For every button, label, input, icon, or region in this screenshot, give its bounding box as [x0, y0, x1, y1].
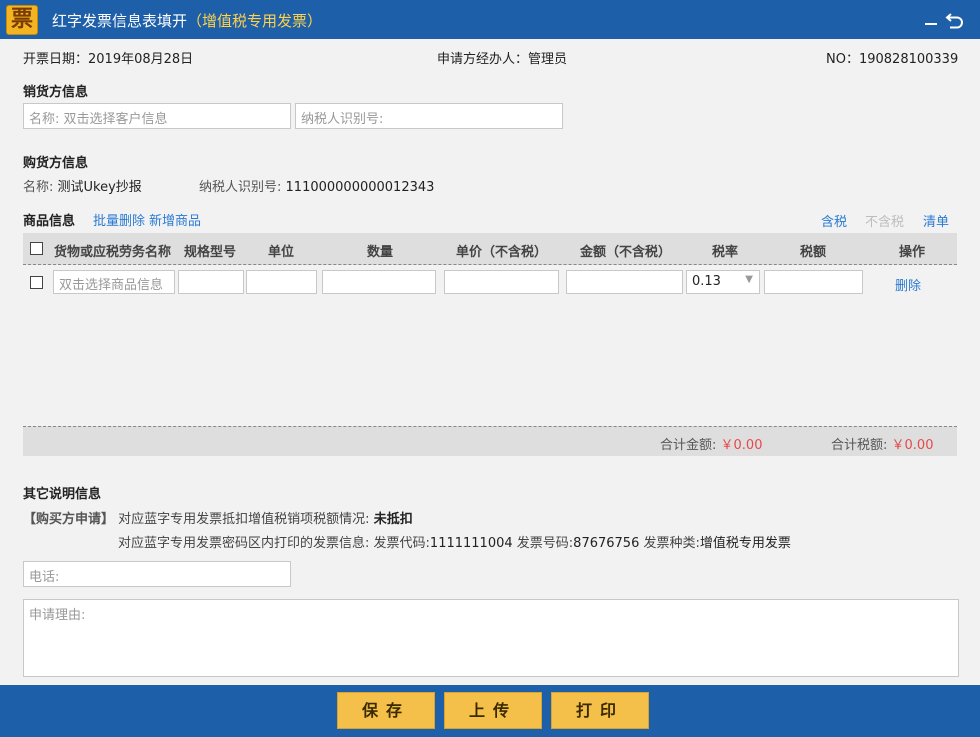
upload-button[interactable]: 上传 [444, 692, 542, 729]
spec-field[interactable] [178, 270, 244, 294]
applicant-handler: 申请方经办人：管理员 [437, 48, 567, 67]
invoice-type-value: 增值税专用发票 [699, 536, 791, 551]
applicant-line-1: 【购买方申请】 对应蓝字专用发票抵扣增值税销项税额情况: 未抵扣 [23, 508, 413, 527]
list-link[interactable]: 清单 [923, 211, 949, 230]
window-title-accent: （增值税专用发票） [187, 12, 323, 30]
buyer-tax-id-value: 111000000000012343 [285, 180, 435, 195]
delete-row-link[interactable]: 删除 [895, 275, 921, 294]
back-icon[interactable] [944, 8, 966, 30]
handler-value: 管理员 [528, 52, 568, 67]
batch-delete-link[interactable]: 批量删除 [93, 210, 145, 229]
invoice-no-value: 87676756 [573, 536, 640, 551]
chevron-down-icon: ▼ [745, 274, 753, 285]
invoice-no-label: 发票号码: [516, 536, 574, 551]
buyer-name-value: 测试Ukey抄报 [57, 180, 142, 195]
col-spec: 规格型号 [184, 245, 237, 260]
add-item-link[interactable]: 新增商品 [149, 210, 201, 229]
window-title-text: 红字发票信息表填开 [52, 12, 188, 30]
total-tax-value: ￥0.00 [891, 438, 934, 453]
tax-amount-field[interactable] [764, 270, 863, 294]
buyer-tax-id: 纳税人识别号: 111000000000012343 [199, 176, 434, 195]
col-name: 货物或应税劳务名称 [54, 245, 172, 260]
seller-tax-id-field[interactable]: 纳税人识别号: [295, 103, 563, 129]
window-title: 红字发票信息表填开（增值税专用发票） [52, 10, 322, 31]
invoice-code-label: 发票代码: [373, 536, 430, 551]
blue-invoice-text: 对应蓝字专用发票密码区内打印的发票信息: [118, 536, 370, 551]
col-unit-price: 单价（不含税） [456, 245, 548, 260]
print-button[interactable]: 打印 [551, 692, 649, 729]
applicant-tag: 【购买方申请】 [23, 512, 115, 527]
total-tax: 合计税额: ￥0.00 [831, 434, 933, 453]
col-amount: 金额（不含税） [580, 245, 672, 260]
amount-field[interactable] [566, 270, 683, 294]
seller-name-field[interactable]: 名称: 双击选择客户信息 [23, 103, 291, 129]
total-tax-label: 合计税额: [831, 438, 888, 453]
total-amount: 合计金额: ￥0.00 [660, 434, 762, 453]
quantity-field[interactable] [322, 270, 436, 294]
other-section-title: 其它说明信息 [23, 487, 102, 502]
save-button[interactable]: 保存 [337, 692, 435, 729]
goods-section-title: 商品信息 [23, 214, 76, 229]
seller-section-title: 销货方信息 [23, 85, 89, 100]
row-checkbox[interactable] [30, 276, 43, 289]
total-amount-label: 合计金额: [660, 438, 717, 453]
select-all-checkbox[interactable] [30, 242, 43, 255]
deduction-value: 未抵扣 [373, 512, 413, 527]
invoice-date-value: 2019年08月28日 [88, 52, 194, 67]
goods-table-header: 货物或应税劳务名称 规格型号 单位 数量 单价（不含税） 金额（不含税） 税率 … [23, 233, 957, 265]
unit-field[interactable] [246, 270, 317, 294]
reason-textarea[interactable]: 申请理由: [23, 599, 959, 677]
without-tax-link[interactable]: 不含税 [865, 211, 904, 230]
invoice-code-value: 1111111004 [429, 536, 513, 551]
unit-price-field[interactable] [444, 270, 559, 294]
tax-rate-select[interactable]: 0.13 ▼ [686, 270, 760, 294]
col-actions: 操作 [899, 245, 926, 260]
invoice-number-value: 190828100339 [858, 52, 959, 67]
footer-bar: 保存 上传 打印 [0, 685, 980, 737]
deduction-text: 对应蓝字专用发票抵扣增值税销项税额情况: [118, 512, 370, 527]
phone-field[interactable]: 电话: [23, 561, 291, 587]
invoice-type-label: 发票种类: [643, 536, 700, 551]
invoice-date-label: 开票日期： [23, 52, 89, 67]
buyer-tax-id-label: 纳税人识别号: [199, 180, 282, 195]
applicant-line-2: 对应蓝字专用发票密码区内打印的发票信息: 发票代码:1111111004 发票号… [118, 532, 791, 551]
goods-name-field[interactable]: 双击选择商品信息 [53, 270, 175, 294]
col-tax-rate: 税率 [712, 245, 739, 260]
with-tax-link[interactable]: 含税 [821, 211, 847, 230]
buyer-name-label: 名称: [23, 180, 54, 195]
minimize-icon[interactable] [920, 8, 942, 30]
total-amount-value: ￥0.00 [720, 438, 763, 453]
buyer-section-title: 购货方信息 [23, 156, 89, 171]
col-tax-amount: 税额 [800, 245, 827, 260]
handler-label: 申请方经办人： [437, 52, 529, 67]
invoice-number-label: NO： [826, 52, 859, 67]
totals-bar: 合计金额: ￥0.00 合计税额: ￥0.00 [23, 426, 957, 456]
tax-rate-value: 0.13 [692, 274, 721, 289]
invoice-logo-icon: 票 [6, 5, 38, 35]
invoice-date: 开票日期：2019年08月28日 [23, 48, 193, 67]
title-bar: 票 红字发票信息表填开（增值税专用发票） [0, 0, 980, 39]
buyer-name: 名称: 测试Ukey抄报 [23, 176, 142, 195]
col-quantity: 数量 [367, 245, 394, 260]
invoice-number: NO：190828100339 [826, 48, 958, 67]
col-unit: 单位 [268, 245, 295, 260]
